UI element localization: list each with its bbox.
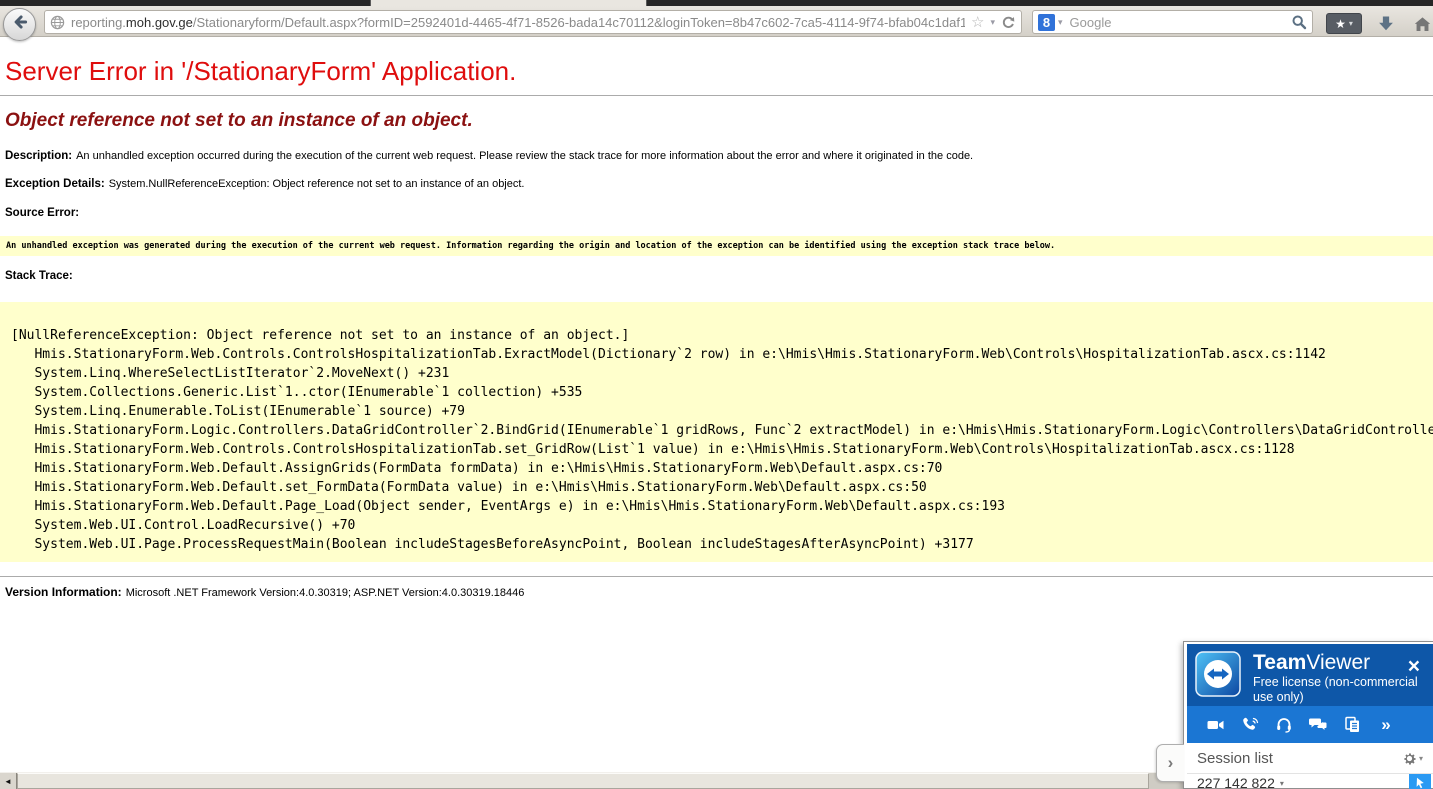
stack-trace-row: Stack Trace: [5, 270, 1433, 282]
teamviewer-title-light: Viewer [1306, 651, 1370, 674]
teamviewer-title: TeamViewer [1253, 651, 1370, 675]
downloads-button[interactable] [1374, 13, 1398, 35]
gear-caret-icon: ▾ [1419, 754, 1423, 763]
navigation-toolbar: reporting.moh.gov.ge/Stationaryform/Defa… [0, 6, 1433, 37]
exception-details-row: Exception Details: System.NullReferenceEx… [5, 178, 1433, 190]
teamviewer-panel: TeamViewer Free license (non-commercial … [1183, 641, 1433, 789]
version-info-row: Version Information: Microsoft .NET Frame… [5, 585, 1433, 599]
stack-trace-box: [NullReferenceException: Object referenc… [0, 302, 1433, 562]
reload-icon[interactable] [1001, 15, 1016, 30]
teamviewer-collapse-tab[interactable]: › [1156, 744, 1184, 782]
url-domain: moh.gov.ge [126, 15, 193, 30]
video-call-icon[interactable] [1199, 717, 1233, 733]
home-icon [1413, 15, 1432, 34]
search-input[interactable] [1068, 14, 1291, 31]
divider [0, 95, 1433, 96]
stack-trace-text: [NullReferenceException: Object referenc… [11, 326, 1433, 554]
teamviewer-toolbar: » [1187, 706, 1433, 743]
bookmarks-menu-button[interactable]: ★ ▾ [1326, 13, 1362, 34]
version-info-text: Microsoft .NET Framework Version:4.0.303… [126, 587, 525, 599]
search-icon[interactable] [1291, 14, 1307, 30]
exception-details-text: System.NullReferenceException: Object re… [109, 178, 525, 190]
phone-call-icon[interactable] [1233, 716, 1267, 734]
partner-id-caret-icon: ▾ [1280, 779, 1284, 788]
divider [0, 576, 1433, 577]
browser-window: reporting.moh.gov.ge/Stationaryform/Defa… [0, 0, 1433, 789]
session-settings-button[interactable]: ▾ [1402, 751, 1423, 766]
version-info-label: Version Information: [5, 585, 122, 599]
teamviewer-license-text: Free license (non-commercial use only) [1253, 675, 1418, 705]
more-actions-icon[interactable]: » [1369, 715, 1403, 735]
url-bar[interactable]: reporting.moh.gov.ge/Stationaryform/Defa… [44, 10, 1022, 34]
source-error-label: Source Error: [5, 207, 79, 219]
teamviewer-panel-inner: TeamViewer Free license (non-commercial … [1187, 644, 1433, 788]
search-engine-dropdown-icon[interactable]: ▾ [1058, 17, 1063, 28]
description-label: Description: [5, 150, 72, 162]
url-path: /Stationaryform/Default.aspx?formID=2592… [193, 15, 965, 30]
source-error-box: An unhandled exception was generated dur… [0, 236, 1433, 256]
close-icon[interactable]: × [1408, 656, 1420, 677]
url-dropdown-icon[interactable]: ▾ [990, 18, 995, 27]
headset-audio-icon[interactable] [1267, 716, 1301, 734]
teamviewer-logo-icon [1195, 651, 1241, 702]
teamviewer-header: TeamViewer Free license (non-commercial … [1187, 644, 1433, 706]
scrollbar-thumb[interactable] [17, 773, 1149, 789]
back-arrow-icon [11, 13, 29, 36]
remote-control-icon[interactable] [1409, 774, 1431, 789]
session-list-row[interactable]: Session list ▾ [1187, 743, 1433, 774]
error-title: Server Error in '/StationaryForm' Applic… [5, 56, 1433, 87]
gear-icon [1402, 751, 1417, 766]
site-identity-icon[interactable] [50, 15, 65, 30]
description-row: Description: An unhandled exception occur… [5, 150, 1433, 162]
back-button[interactable] [3, 8, 36, 41]
chat-icon[interactable] [1301, 716, 1335, 733]
bookmarks-star-icon: ★ [1335, 18, 1346, 30]
source-error-row: Source Error: [5, 207, 1433, 219]
search-engine-icon[interactable]: 8 [1038, 14, 1055, 31]
exception-details-label: Exception Details: [5, 178, 105, 190]
search-bar[interactable]: 8 ▾ [1032, 10, 1313, 34]
teamviewer-title-bold: Team [1253, 651, 1306, 674]
home-button[interactable] [1410, 13, 1433, 35]
url-prefix: reporting. [71, 15, 126, 30]
error-subtitle: Object reference not set to an instance … [5, 110, 1433, 132]
partner-id-row[interactable]: 227 142 822 ▾ [1187, 774, 1433, 789]
session-list-label: Session list [1197, 750, 1402, 767]
scroll-left-button[interactable]: ◄ [0, 773, 17, 789]
bookmark-star-icon[interactable]: ☆ [971, 15, 984, 30]
description-text: An unhandled exception occurred during t… [76, 150, 973, 162]
download-icon [1376, 14, 1396, 34]
partner-id: 227 142 822 [1197, 775, 1275, 789]
file-transfer-icon[interactable] [1335, 716, 1369, 733]
stack-trace-label: Stack Trace: [5, 270, 73, 282]
bookmarks-caret-icon: ▾ [1349, 19, 1353, 28]
url-text: reporting.moh.gov.ge/Stationaryform/Defa… [71, 15, 965, 30]
